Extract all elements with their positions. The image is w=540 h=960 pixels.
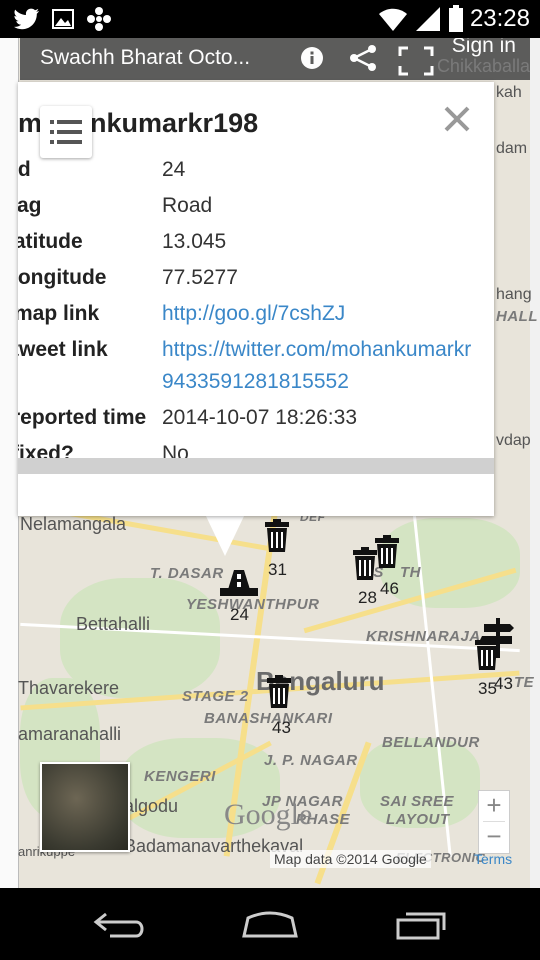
twitter-icon xyxy=(14,8,39,30)
fullscreen-icon[interactable] xyxy=(398,46,434,76)
marker-count: 43 xyxy=(272,718,291,737)
field-value: Road xyxy=(162,194,213,217)
zoom-out-button[interactable]: − xyxy=(479,822,509,852)
zoom-control: + − xyxy=(478,790,510,854)
field-key: tag xyxy=(18,194,42,217)
share-icon[interactable] xyxy=(348,44,378,72)
place-fragment: vdap xyxy=(496,432,531,449)
map-left-border xyxy=(0,38,19,888)
area-label: SAI SREE xyxy=(380,793,455,810)
area-label: LAYOUT xyxy=(386,811,450,828)
marker-count: 31 xyxy=(268,560,287,579)
home-icon[interactable] xyxy=(240,910,300,940)
place-label: Bettahalli xyxy=(76,614,151,634)
zoom-in-button[interactable]: + xyxy=(479,791,509,821)
navigation-bar xyxy=(0,888,540,960)
marker-count: 43 xyxy=(494,674,513,693)
flower-icon xyxy=(87,7,111,31)
area-label: KENGERI xyxy=(144,768,216,785)
clock: 23:28 xyxy=(469,5,530,32)
place-label: algodu xyxy=(124,796,179,816)
terms-link[interactable]: Terms xyxy=(474,851,512,867)
bin-marker[interactable] xyxy=(264,674,294,710)
sign-in-link[interactable]: Sign in xyxy=(452,38,516,58)
popup-scroll-divider xyxy=(18,458,494,474)
field-key: tweet link xyxy=(18,338,108,361)
area-label: J. P. NAGAR xyxy=(264,752,358,769)
google-logo: Google xyxy=(224,798,313,831)
marker-count: 28 xyxy=(358,588,377,607)
bin-marker[interactable] xyxy=(262,518,292,554)
place-fragment: hang xyxy=(496,286,532,303)
field-key: longitude xyxy=(18,266,107,289)
area-label: STAGE 2 xyxy=(182,688,249,705)
map-title: Swachh Bharat Octo... xyxy=(40,46,251,69)
field-value: 13.045 xyxy=(162,230,227,253)
marker-count: 46 xyxy=(380,579,399,598)
area-label: TE xyxy=(514,674,535,691)
area-fragment: HALL xyxy=(496,308,538,325)
wifi-icon xyxy=(379,8,407,31)
image-icon xyxy=(52,9,74,29)
popup-fields: id 24 tag Road latitude 13.045 longitude… xyxy=(18,158,494,498)
info-icon[interactable] xyxy=(300,46,324,70)
place-label: Nelamangala xyxy=(20,514,127,534)
map-attribution: Map data ©2014 Google xyxy=(270,850,431,868)
close-icon[interactable] xyxy=(442,104,472,134)
field-value: 2014-10-07 18:26:33 xyxy=(162,406,357,429)
field-key: latitude xyxy=(18,230,83,253)
bin-marker[interactable] xyxy=(372,534,402,570)
place-label: Thavarekere xyxy=(18,678,120,698)
map-view[interactable]: Nelamangala Bettahalli Thavarekere amara… xyxy=(0,38,540,888)
status-bar: 23:28 xyxy=(0,0,540,38)
field-key: id xyxy=(18,158,31,181)
place-fragment: dam xyxy=(496,140,528,157)
road-marker[interactable] xyxy=(218,566,260,600)
area-label: BANASHANKARI xyxy=(204,710,333,727)
street-view-thumbnail[interactable] xyxy=(40,762,130,852)
field-value: 24 xyxy=(162,158,186,181)
area-label: BELLANDUR xyxy=(382,734,480,751)
field-value: 77.5277 xyxy=(162,266,238,289)
area-label: TH xyxy=(400,564,421,581)
popup-pointer xyxy=(205,514,245,556)
tweet-link-continued[interactable]: 9433591281815552 xyxy=(162,370,349,394)
signpost-icon[interactable] xyxy=(480,618,516,658)
area-label: KRISHNARAJA xyxy=(366,628,481,645)
tweet-link[interactable]: https://twitter.com/mohankumarkr xyxy=(162,338,471,362)
field-key: map link xyxy=(18,302,100,325)
signal-icon xyxy=(416,7,440,31)
battery-icon xyxy=(449,5,463,32)
map-link[interactable]: http://goo.gl/7cshZJ xyxy=(162,302,345,326)
list-toggle-button[interactable] xyxy=(40,106,92,158)
place-fragment: kah xyxy=(496,84,522,101)
marker-count: 24 xyxy=(230,605,249,624)
place-label: amaranahalli xyxy=(18,724,122,744)
back-icon[interactable] xyxy=(92,910,148,940)
field-key: reported time xyxy=(18,406,147,429)
map-right-border xyxy=(530,38,540,888)
list-icon xyxy=(50,120,82,144)
recent-apps-icon[interactable] xyxy=(394,908,450,942)
place-label: Chikkaballa xyxy=(436,56,530,76)
area-label: T. DASAR xyxy=(150,565,224,582)
